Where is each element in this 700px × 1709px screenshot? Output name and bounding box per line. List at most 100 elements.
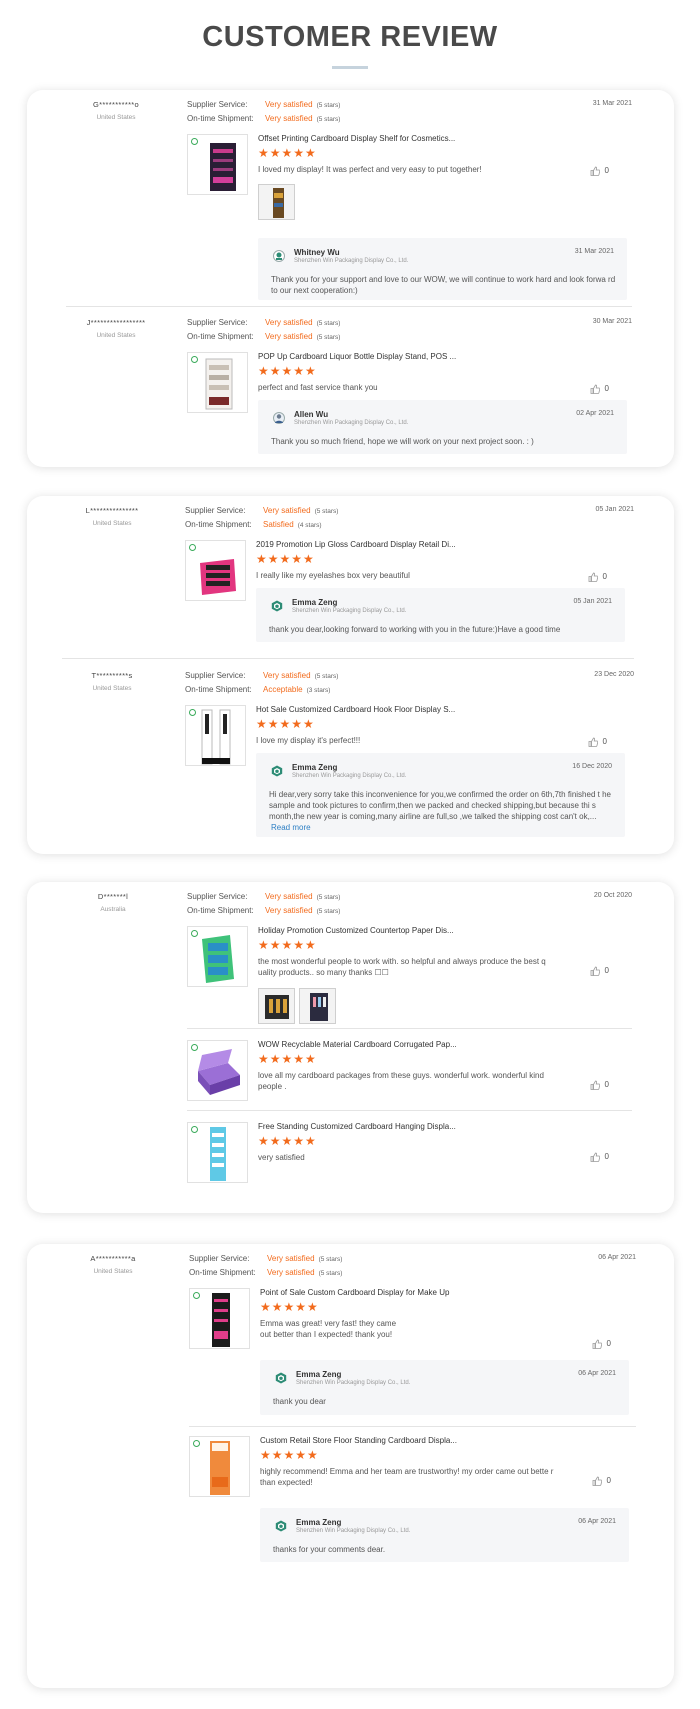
reviewer: T**********s United States [62,671,162,692]
product-rating-stars: ★★★★★ [258,1052,317,1066]
reviewer-name: L*************** [85,506,139,515]
ontime-shipment-row: On-time Shipment: Satisfied (4 stars) [185,520,322,529]
product-title[interactable]: Point of Sale Custom Cardboard Display f… [260,1288,449,1297]
reviewer-country: United States [96,332,136,339]
like-button[interactable]: 0 [592,1476,611,1486]
reviewer-country: United States [96,114,136,121]
seller-avatar-icon [275,1372,287,1384]
ontime-shipment-label: On-time Shipment: [187,332,254,341]
product-thumbnail[interactable] [187,1040,248,1101]
reviewer-country: United States [92,520,132,527]
review-photo[interactable] [258,988,295,1024]
ontime-shipment-label: On-time Shipment: [187,906,254,915]
supplier-service-label: Supplier Service: [189,1254,250,1263]
review-text: the most wonderful people to work with. … [258,957,546,977]
review-date: 20 Oct 2020 [593,892,632,899]
reply-text: thank you dear [273,1397,326,1406]
ontime-shipment-stars: (4 stars) [297,522,322,529]
thumbs-up-icon [590,1080,600,1090]
reviewer-name: T**********s [91,671,133,680]
ontime-shipment-value: Acceptable [263,685,303,694]
like-button[interactable]: 0 [590,384,609,394]
ontime-shipment-label: On-time Shipment: [187,114,254,123]
seller-avatar-icon [273,412,285,424]
like-button[interactable]: 0 [590,166,609,176]
ontime-shipment-row: On-time Shipment: Very satisfied (5 stars) [189,1268,342,1277]
product-title[interactable]: Offset Printing Cardboard Display Shelf … [258,134,455,143]
like-button[interactable]: 0 [590,966,609,976]
read-more-link[interactable]: Read more [271,823,311,832]
review-date: 30 Mar 2021 [592,318,632,325]
product-thumbnail[interactable] [187,134,248,195]
supplier-service-label: Supplier Service: [185,671,246,680]
supplier-service-label: Supplier Service: [187,892,248,901]
thumbs-up-icon [590,384,600,394]
like-count: 0 [604,1152,609,1162]
seller-company: Shenzhen Win Packaging Display Co., Ltd. [296,1380,411,1386]
verified-badge-icon [191,138,198,145]
ontime-shipment-row: On-time Shipment: Very satisfied (5 stars) [187,332,340,341]
seller-company: Shenzhen Win Packaging Display Co., Ltd. [292,608,407,614]
review-date: 31 Mar 2021 [592,100,632,107]
verified-badge-icon [191,356,198,363]
seller-name: Emma Zeng [296,1370,342,1379]
supplier-service-value: Very satisfied [263,506,311,515]
product-thumbnail[interactable] [189,1288,250,1349]
page-title: CUSTOMER REVIEW [202,21,498,53]
verified-badge-icon [189,544,196,551]
product-title[interactable]: 2019 Promotion Lip Gloss Cardboard Displ… [256,540,456,549]
supplier-service-value: Very satisfied [265,318,313,327]
product-title[interactable]: POP Up Cardboard Liquor Bottle Display S… [258,352,456,361]
divider [66,306,632,307]
like-button[interactable]: 0 [590,1080,609,1090]
like-button[interactable]: 0 [590,1152,609,1162]
like-count: 0 [606,1476,611,1486]
like-count: 0 [602,737,607,747]
ontime-shipment-label: On-time Shipment: [189,1268,256,1277]
seller-company: Shenzhen Win Packaging Display Co., Ltd. [292,773,407,779]
supplier-service-label: Supplier Service: [187,318,248,327]
review-date: 23 Dec 2020 [594,671,634,678]
product-thumbnail[interactable] [185,705,246,766]
like-button[interactable]: 0 [592,1339,611,1349]
ontime-shipment-row: On-time Shipment: Very satisfied (5 stars) [187,114,340,123]
product-rating-stars: ★★★★★ [260,1448,319,1462]
seller-avatar-icon [271,600,283,612]
ontime-shipment-label: On-time Shipment: [185,685,252,694]
reply-text: thank you dear,looking forward to workin… [269,625,561,634]
ontime-shipment-stars: (5 stars) [318,1270,343,1277]
product-thumbnail[interactable] [187,1122,248,1183]
product-title[interactable]: Custom Retail Store Floor Standing Cardb… [260,1436,457,1445]
reviewer-name: J***************** [86,318,146,327]
thumbs-up-icon [588,737,598,747]
supplier-service-label: Supplier Service: [185,506,246,515]
verified-badge-icon [193,1440,200,1447]
review-date: 05 Jan 2021 [595,506,634,513]
supplier-service-stars: (5 stars) [316,102,341,109]
supplier-service-row: Supplier Service: Very satisfied (5 stars) [185,671,338,680]
product-thumbnail[interactable] [187,926,248,987]
supplier-service-value: Very satisfied [265,892,313,901]
like-button[interactable]: 0 [588,737,607,747]
product-thumbnail[interactable] [189,1436,250,1497]
reply-date: 31 Mar 2021 [574,248,614,255]
review-date: 06 Apr 2021 [598,1254,636,1261]
product-title[interactable]: WOW Recyclable Material Cardboard Corrug… [258,1040,457,1049]
ontime-shipment-label: On-time Shipment: [185,520,252,529]
review-photo[interactable] [299,988,336,1024]
product-rating-stars: ★★★★★ [258,146,317,160]
review-text: I love my display it's perfect!!! [256,736,361,745]
product-title[interactable]: Free Standing Customized Cardboard Hangi… [258,1122,456,1131]
product-thumbnail[interactable] [187,352,248,413]
supplier-service-stars: (5 stars) [314,508,339,515]
product-thumbnail[interactable] [185,540,246,601]
supplier-service-row: Supplier Service: Very satisfied (5 stars) [185,506,338,515]
review-photo[interactable] [258,184,295,220]
review-text: I really like my eyelashes box very beau… [256,571,410,580]
like-button[interactable]: 0 [588,572,607,582]
product-title[interactable]: Hot Sale Customized Cardboard Hook Floor… [256,705,455,714]
reply-text: Hi dear,very sorry take this inconvenien… [269,790,611,821]
seller-company: Shenzhen Win Packaging Display Co., Ltd. [294,258,409,264]
product-title[interactable]: Holiday Promotion Customized Countertop … [258,926,454,935]
thumbs-up-icon [590,1152,600,1162]
